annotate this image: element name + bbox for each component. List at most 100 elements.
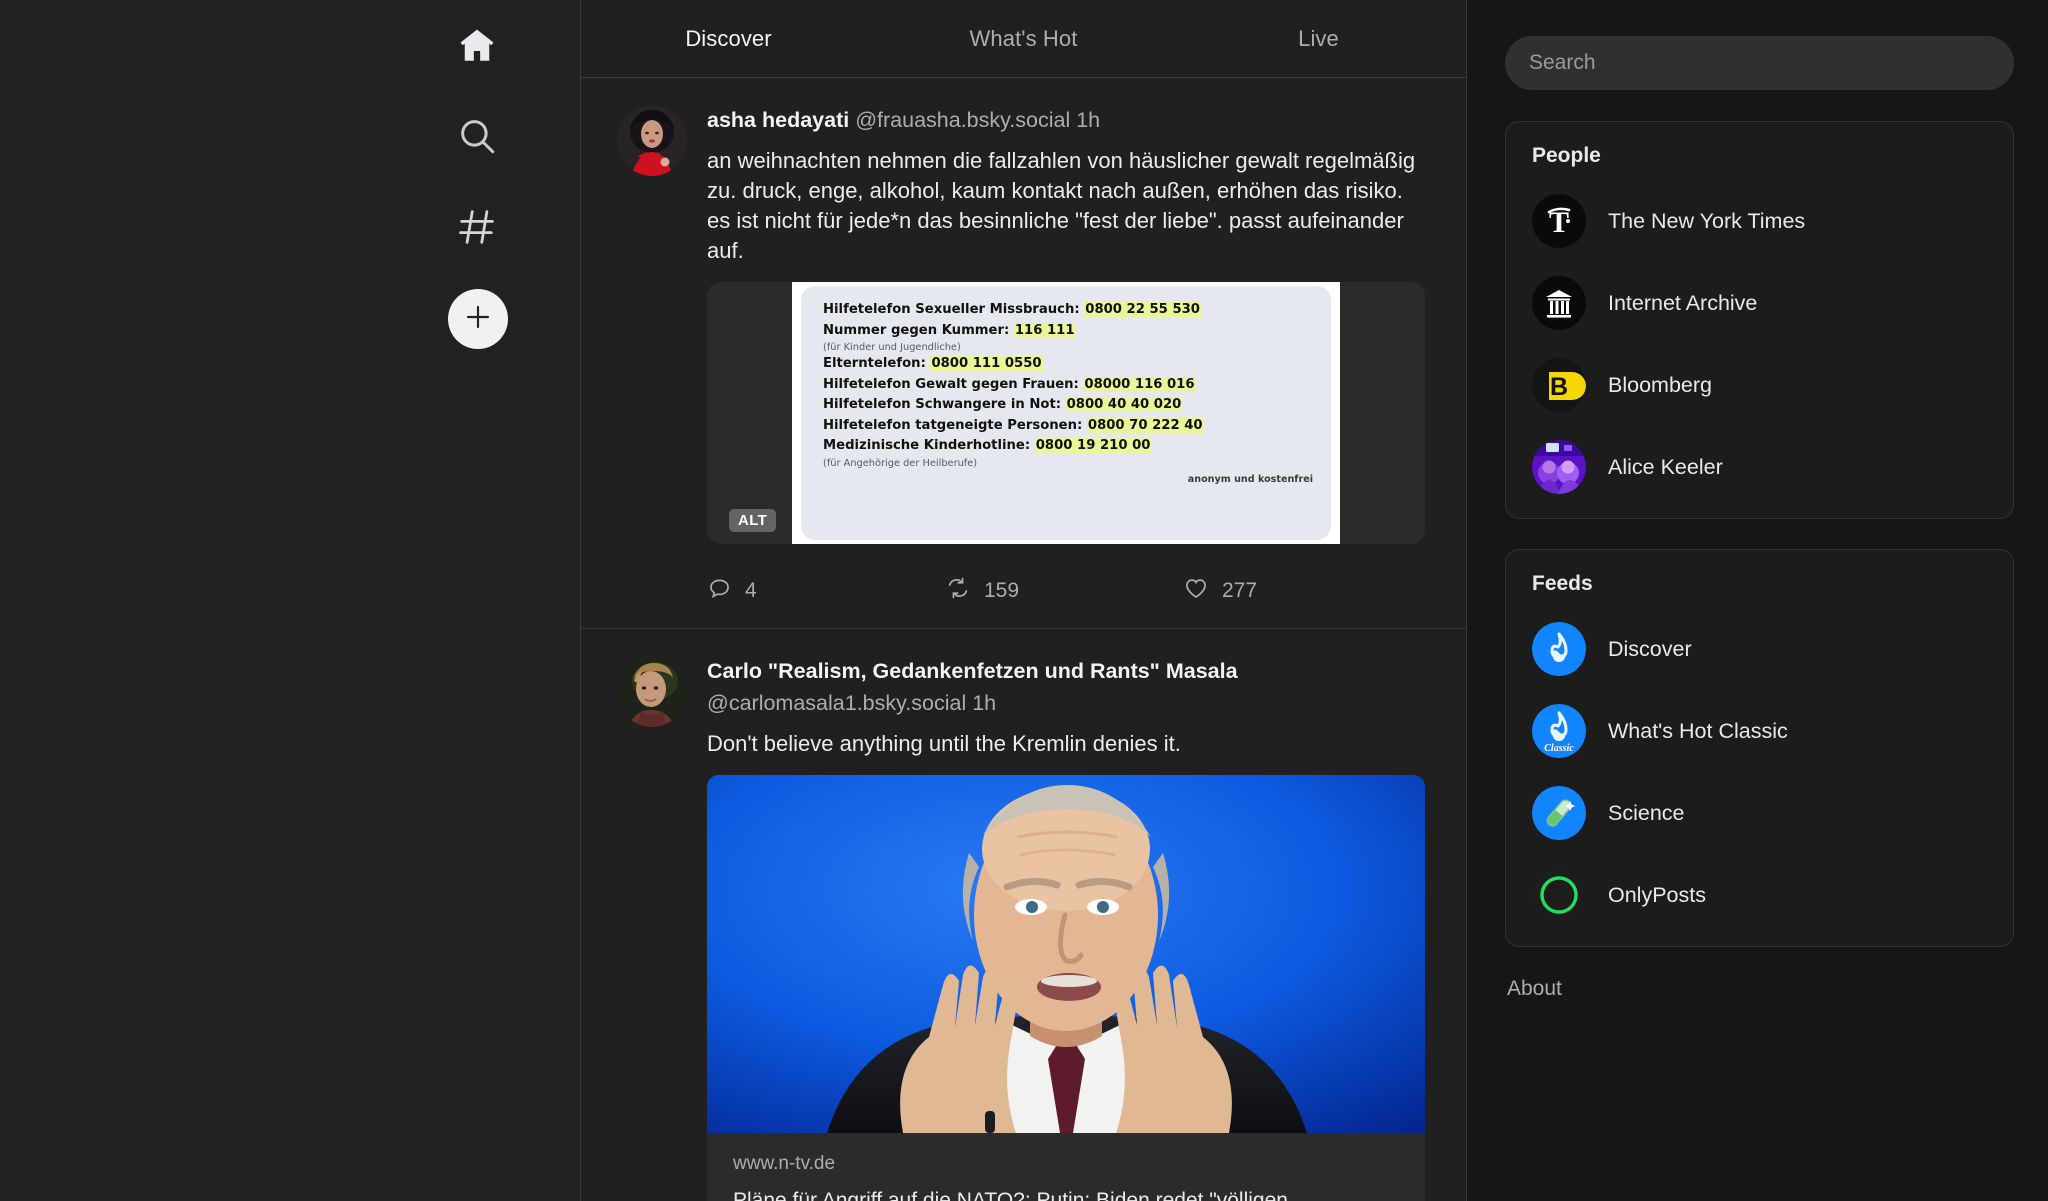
helpline-number: 0800 19 210 00 [1034,438,1152,453]
post-handle[interactable]: @carlomasala1.bsky.social 1h [707,689,1430,717]
helpline-label: Hilfetelefon Schwangere in Not: [823,397,1062,412]
post-engagement-bar: 4 159 277 [707,554,1430,628]
people-item-label: The New York Times [1608,208,1806,233]
post-handle[interactable]: @frauasha.bsky.social [855,108,1070,132]
post-display-name[interactable]: Carlo "Realism, Gedankenfetzen und Rants… [707,657,1430,685]
feeds-card: Feeds Discover Classic What's Hot Classi… [1505,549,2014,947]
link-card-image[interactable] [707,775,1425,1133]
avatar[interactable] [617,657,687,727]
link-card-footer[interactable]: www.n-tv.de Pläne für Angriff auf die NA… [707,1133,1425,1201]
post-item[interactable]: Carlo "Realism, Gedankenfetzen und Rants… [581,629,1466,1201]
helpline-label: Medizinische Kinderhotline: [823,438,1031,453]
bloomberg-logo-icon: B [1532,358,1586,412]
helpline-number: 0800 111 0550 [930,356,1043,371]
feed-column: Discover What's Hot Live asha hedayati @… [581,0,1467,1201]
helpline-label: Nummer gegen Kummer: [823,322,1010,338]
helpline-number: 116 111 [1013,322,1076,338]
post-body: Carlo "Realism, Gedankenfetzen und Rants… [707,657,1430,1201]
tab-discover[interactable]: Discover [581,26,876,52]
feeds-item-whats-hot-classic[interactable]: Classic What's Hot Classic [1532,704,1987,758]
post-body: asha hedayati @frauasha.bsky.social 1h a… [707,106,1430,628]
repost-button[interactable]: 159 [945,575,1183,607]
hashtag-icon [455,205,499,249]
feeds-item-label: Discover [1608,636,1692,661]
link-card-title: Pläne für Angriff auf die NATO?: Putin: … [733,1189,1288,1201]
like-button[interactable]: 277 [1183,575,1421,607]
search-icon [456,115,498,157]
feeds-item-discover[interactable]: Discover [1532,622,1987,676]
right-sidebar: People T The New York Times [1467,0,2048,1201]
helpline-footer: anonym und kostenfrei [1187,473,1313,485]
feeds-item-label: Science [1608,800,1685,825]
putin-press-photo [707,775,1425,1133]
feeds-card-title: Feeds [1532,572,1593,595]
people-item-label: Alice Keeler [1608,454,1723,479]
helpline-subtext: (für Kinder und Jugendliche) [823,342,961,353]
search-box[interactable] [1505,36,2014,90]
home-icon [456,24,498,66]
post-list: asha hedayati @frauasha.bsky.social 1h a… [581,78,1466,1201]
plus-icon [462,301,494,338]
repost-count: 159 [984,579,1020,602]
avatar-asha-hedayati [617,106,687,176]
helpline-number: 08000 116 016 [1083,376,1196,392]
link-card-domain: www.n-tv.de [733,1153,836,1174]
alice-keeler-avatar [1532,440,1586,494]
helpline-subtext: (für Angehörige der Heilberufe) [823,457,978,469]
post-image[interactable]: Hilfetelefon Sexueller Missbrauch: 0800 … [707,282,1425,544]
flame-icon [1532,622,1586,676]
search-input[interactable] [1529,51,1990,75]
post-item[interactable]: asha hedayati @frauasha.bsky.social 1h a… [581,78,1466,629]
svg-text:Classic: Classic [1544,743,1574,754]
helpline-label: Hilfetelefon tatgeneigte Personen: [823,417,1083,433]
post-header: asha hedayati @frauasha.bsky.social 1h [707,106,1430,134]
feed-tabbar: Discover What's Hot Live [581,0,1466,78]
nav-search-button[interactable] [446,105,508,167]
people-item-label: Bloomberg [1608,372,1712,397]
svg-text:B: B [1550,373,1568,401]
people-item-bloomberg[interactable]: B Bloomberg [1532,358,1987,412]
repost-icon [945,575,971,607]
helpline-number: 0800 22 55 530 [1084,302,1201,317]
nyt-logo-icon: T [1532,194,1586,248]
helpline-number: 0800 40 40 020 [1065,397,1183,412]
avatar[interactable] [617,106,687,176]
tab-whats-hot[interactable]: What's Hot [876,26,1171,52]
post-handle-text: @carlomasala1.bsky.social [707,691,967,715]
compose-post-button[interactable] [448,289,508,349]
feeds-item-science[interactable]: Science [1532,786,1987,840]
people-item-nyt[interactable]: T The New York Times [1532,194,1987,248]
like-count: 277 [1222,579,1258,602]
tab-live[interactable]: Live [1171,26,1466,52]
post-display-name[interactable]: asha hedayati [707,108,849,132]
post-header: Carlo "Realism, Gedankenfetzen und Rants… [707,657,1430,717]
helpline-label: Hilfetelefon Sexueller Missbrauch: [823,302,1080,317]
people-item-label: Internet Archive [1608,290,1758,315]
heart-icon [1183,575,1209,607]
feeds-item-label: OnlyPosts [1608,882,1706,907]
post-text: an weihnachten nehmen die fallzahlen von… [707,148,1416,263]
post-timestamp: 1h [1076,108,1101,132]
nav-home-button[interactable] [446,14,508,76]
helpline-image: Hilfetelefon Sexueller Missbrauch: 0800 … [792,282,1340,544]
about-link[interactable]: About [1505,977,2014,1001]
people-card: People T The New York Times Internet Arc… [1505,121,2014,519]
test-tube-icon [1532,786,1586,840]
people-card-title: People [1532,144,1601,167]
reply-count: 4 [745,579,757,602]
alt-badge[interactable]: ALT [729,509,777,532]
helpline-number: 0800 70 222 40 [1086,417,1204,433]
nav-feeds-button[interactable] [446,196,508,258]
helpline-label: Elterntelefon: [823,356,926,371]
app-root: Discover What's Hot Live asha hedayati @… [0,0,2048,1201]
comment-icon [707,576,732,607]
post-timestamp: 1h [972,691,997,715]
feeds-item-label: What's Hot Classic [1608,718,1788,743]
feeds-item-onlyposts[interactable]: OnlyPosts [1532,868,1987,922]
left-nav-rail [0,0,581,1201]
reply-button[interactable]: 4 [707,576,945,607]
people-item-internet-archive[interactable]: Internet Archive [1532,276,1987,330]
avatar-carlo-masala [617,657,687,727]
people-item-alice-keeler[interactable]: Alice Keeler [1532,440,1987,494]
post-text: Don't believe anything until the Kremlin… [707,731,1181,756]
